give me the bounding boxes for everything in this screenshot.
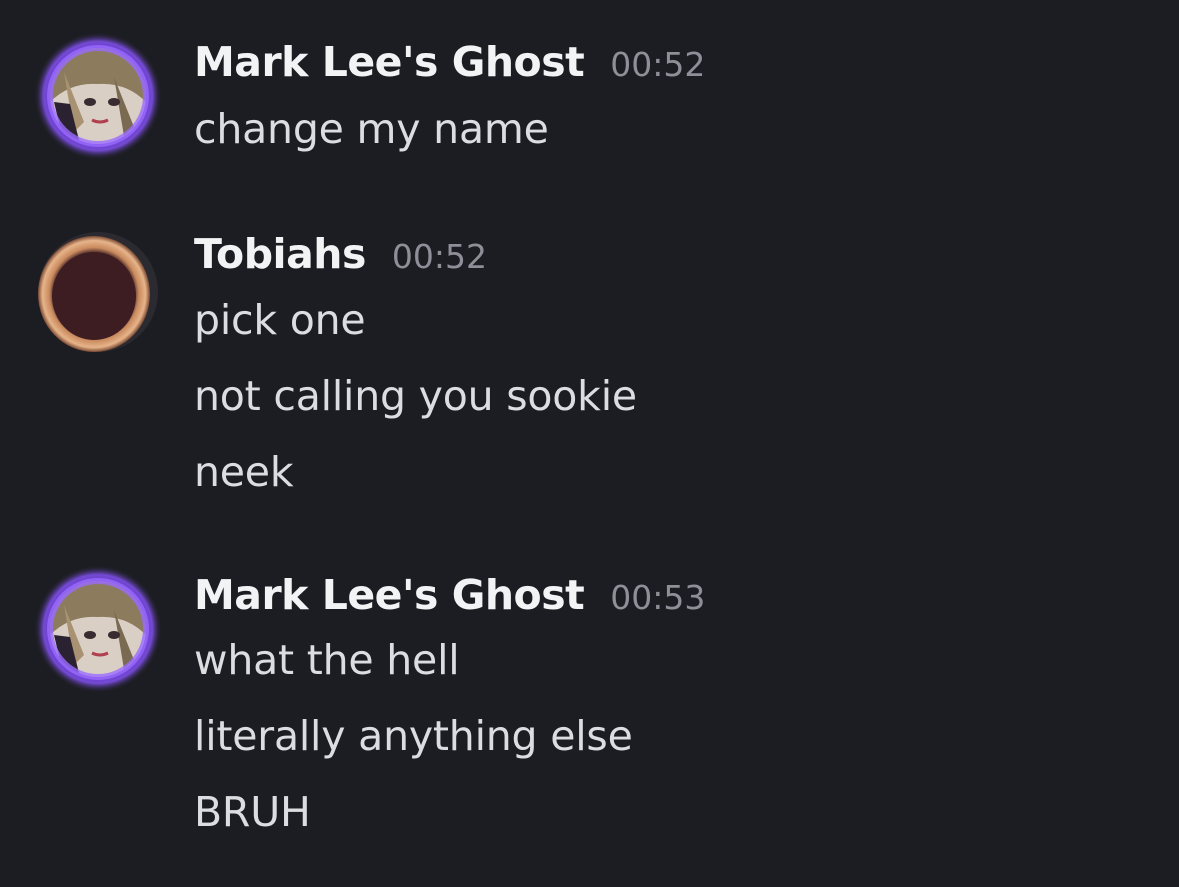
message-text: literally anything else (194, 712, 633, 760)
ring-avatar-icon (38, 232, 158, 352)
message-text: pick one (194, 296, 366, 344)
message-header: Mark Lee's Ghost 00:53 (194, 571, 705, 631)
avatar[interactable] (34, 32, 162, 160)
timestamp: 00:52 (391, 237, 487, 276)
anime-avatar-icon (34, 32, 162, 160)
timestamp: 00:52 (610, 45, 706, 84)
anime-avatar-icon (34, 565, 162, 693)
avatar[interactable] (34, 565, 162, 693)
avatar[interactable] (34, 228, 162, 356)
message-header: Tobiahs 00:52 (194, 230, 487, 290)
message-header: Mark Lee's Ghost 00:52 (194, 38, 705, 98)
message-text: change my name (194, 105, 549, 153)
message-text: not calling you sookie (194, 372, 637, 420)
username[interactable]: Tobiahs (194, 230, 366, 278)
username[interactable]: Mark Lee's Ghost (194, 38, 585, 86)
message-text: BRUH (194, 788, 311, 836)
username[interactable]: Mark Lee's Ghost (194, 571, 585, 619)
message-text: neek (194, 448, 294, 496)
chat-message-list: Mark Lee's Ghost 00:52 change my name To… (0, 0, 1179, 887)
message-text: what the hell (194, 636, 460, 684)
timestamp: 00:53 (610, 578, 706, 617)
